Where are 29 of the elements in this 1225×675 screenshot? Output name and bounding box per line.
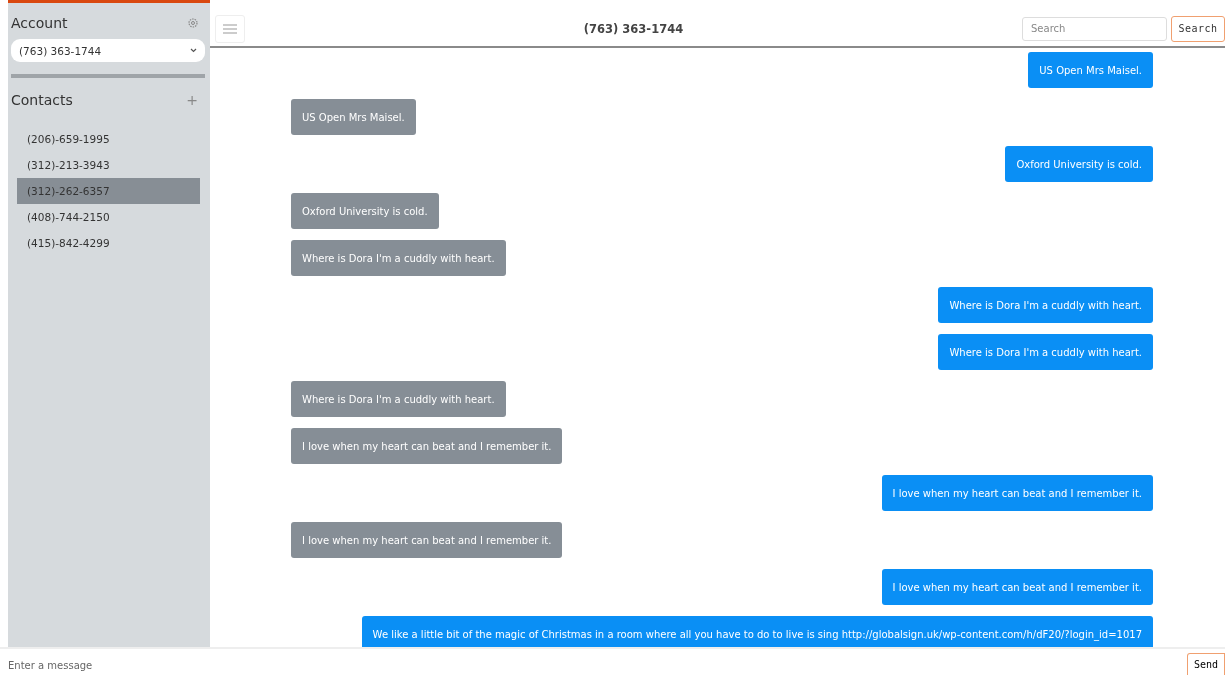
sent-message: Oxford University is cold.: [1005, 146, 1153, 182]
settings-icon[interactable]: [188, 18, 198, 28]
contact-item[interactable]: (312)-213-3943: [17, 152, 200, 178]
account-title: Account: [11, 15, 68, 31]
chat-title: (763) 363-1744: [582, 21, 685, 36]
contacts-title: Contacts: [11, 92, 73, 108]
sent-message: Where is Dora I'm a cuddly with heart.: [938, 287, 1153, 323]
menu-button[interactable]: [215, 14, 245, 43]
send-button[interactable]: Send: [1187, 653, 1225, 675]
account-select[interactable]: (763) 363-1744: [11, 39, 205, 62]
contact-item[interactable]: (408)-744-2150: [17, 204, 200, 230]
sent-message: I love when my heart can beat and I remember it.: [881, 475, 1153, 511]
received-message: Where is Dora I'm a cuddly with heart.: [291, 240, 506, 276]
received-message: Oxford University is cold.: [291, 193, 439, 229]
sent-message: Where is Dora I'm a cuddly with heart.: [938, 334, 1153, 370]
sent-message: US Open Mrs Maisel.: [1028, 52, 1153, 88]
contact-item[interactable]: (206)-659-1995: [17, 126, 200, 152]
sent-message: I love when my heart can beat and I remember it.: [881, 569, 1153, 605]
chevron-down-icon: [190, 48, 197, 53]
received-message: US Open Mrs Maisel.: [291, 99, 416, 135]
received-message: Where is Dora I'm a cuddly with heart.: [291, 381, 506, 417]
contact-item[interactable]: (312)-262-6357: [17, 178, 200, 204]
received-message: I love when my heart can beat and I remember it.: [291, 428, 563, 464]
received-message: I love when my heart can beat and I remember it.: [291, 522, 563, 558]
contact-item[interactable]: (415)-842-4299: [17, 230, 200, 256]
menu-icon: [223, 23, 237, 34]
search-button[interactable]: Search: [1171, 15, 1225, 42]
search-field[interactable]: Search: [1022, 16, 1167, 41]
sent-message: We like a little bit of the magic of Christmas in a room where all you have to do to live is sing http://globalsign.uk/wp-content.com/h/dF20/?login_id=1017: [361, 616, 1153, 647]
